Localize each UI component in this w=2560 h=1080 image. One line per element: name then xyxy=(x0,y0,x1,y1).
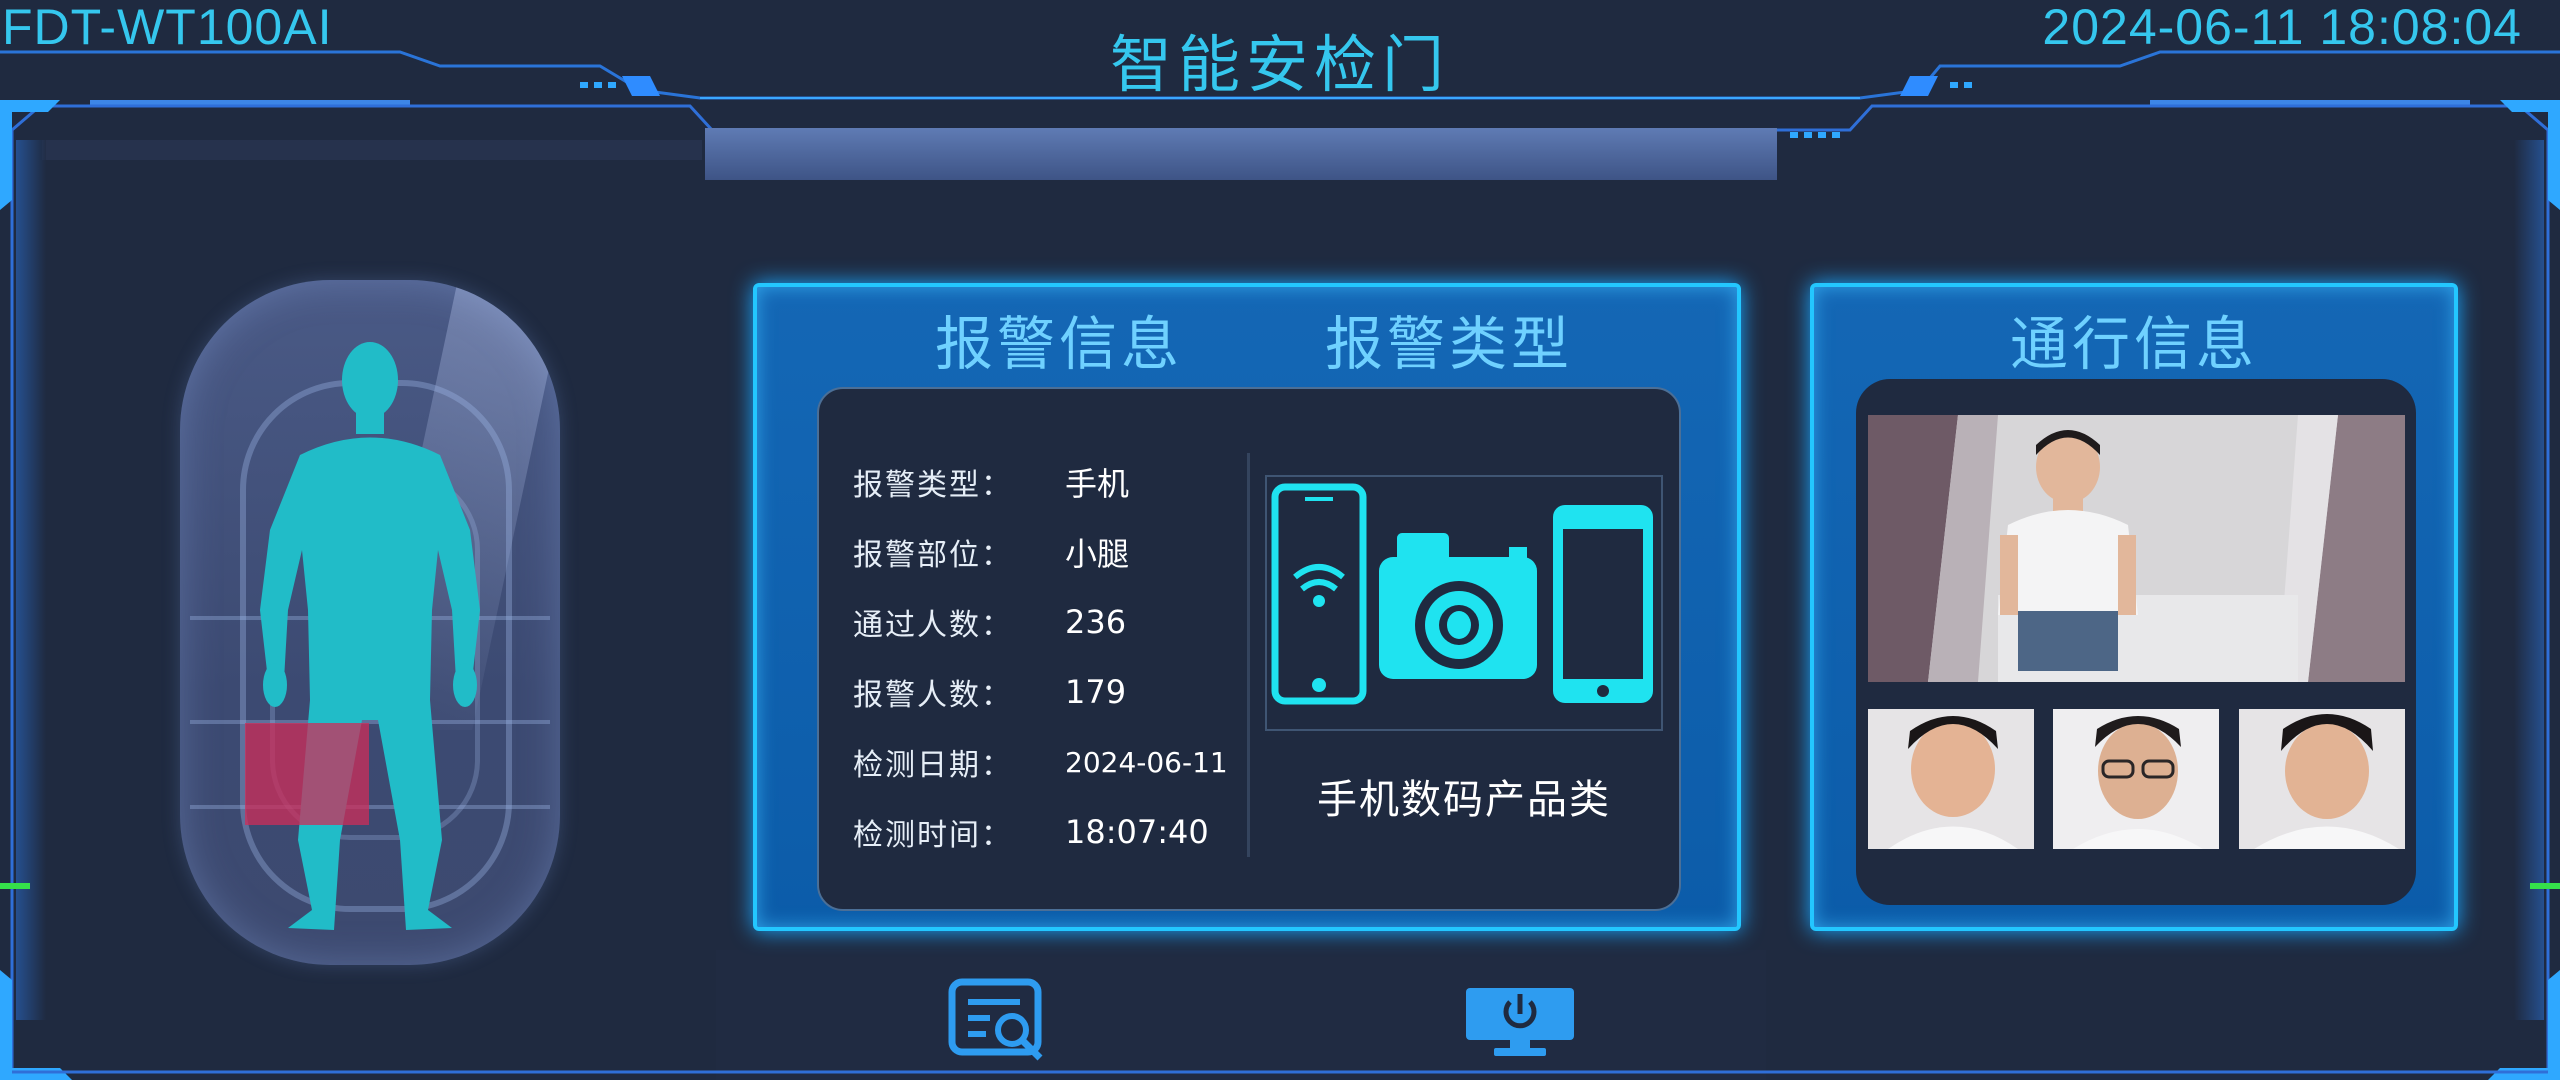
alarm-type-label: 手机数码产品类 xyxy=(1317,777,1611,823)
info-value: 2024-06-11 xyxy=(1065,745,1228,779)
phone-wifi-icon xyxy=(1271,483,1367,705)
info-row-alarm-type: 报警类型： 手机 xyxy=(853,447,1228,517)
pass-info-panel: 通行信息 xyxy=(1810,283,2458,931)
info-row-alarm-count: 报警人数： 179 xyxy=(853,657,1228,727)
current-datetime: 2024-06-11 18:08:04 xyxy=(2042,0,2522,55)
alarm-panel: 报警信息 报警类型 报警类型： 手机 报警部位： 小腿 通过人数： 236 报警… xyxy=(753,283,1741,931)
face-thumbnail[interactable] xyxy=(2053,709,2219,849)
capture-photo[interactable] xyxy=(1868,415,2405,682)
info-label: 报警部位： xyxy=(853,538,1013,573)
info-value: 手机 xyxy=(1065,465,1130,503)
info-label: 检测时间： xyxy=(853,818,1013,853)
info-row-pass-count: 通过人数： 236 xyxy=(853,587,1228,657)
body-scan-model xyxy=(180,280,560,965)
record-search-icon xyxy=(948,978,1043,1061)
info-row-alarm-location: 报警部位： 小腿 xyxy=(853,517,1228,587)
info-label: 通过人数： xyxy=(853,608,1013,643)
tablet-icon xyxy=(1553,505,1653,703)
info-row-detect-time: 检测时间： 18:07:40 xyxy=(853,797,1228,867)
info-row-detect-date: 检测日期： 2024-06-11 xyxy=(853,727,1228,797)
record-search-button[interactable] xyxy=(940,972,1060,1072)
pass-photo-card xyxy=(1856,379,2416,905)
info-value: 236 xyxy=(1065,603,1127,641)
info-label: 报警类型： xyxy=(853,468,1013,503)
alarm-zone-highlight xyxy=(245,723,369,825)
alarm-info-card: 报警类型： 手机 报警部位： 小腿 通过人数： 236 报警人数： 179 检测… xyxy=(817,387,1681,911)
face-thumbnail[interactable] xyxy=(1868,709,2034,849)
pass-info-title: 通行信息 xyxy=(2009,310,2258,378)
monitor-power-button[interactable] xyxy=(1460,972,1580,1072)
divider xyxy=(1247,453,1250,857)
face-thumbnail[interactable] xyxy=(2239,709,2405,849)
alarm-info-list: 报警类型： 手机 报警部位： 小腿 通过人数： 236 报警人数： 179 检测… xyxy=(853,447,1228,867)
info-value: 179 xyxy=(1065,673,1127,711)
alarm-type-title: 报警类型 xyxy=(1325,310,1574,378)
monitor-power-icon xyxy=(1466,988,1574,1056)
human-body-icon xyxy=(260,342,480,930)
camera-icon xyxy=(1379,533,1537,679)
info-label: 检测日期： xyxy=(853,748,1013,783)
info-label: 报警人数： xyxy=(853,678,1013,713)
alarm-type-icon-box xyxy=(1265,475,1663,731)
alarm-info-title: 报警信息 xyxy=(935,310,1184,378)
info-value: 小腿 xyxy=(1065,535,1130,573)
info-value: 18:07:40 xyxy=(1065,813,1209,851)
